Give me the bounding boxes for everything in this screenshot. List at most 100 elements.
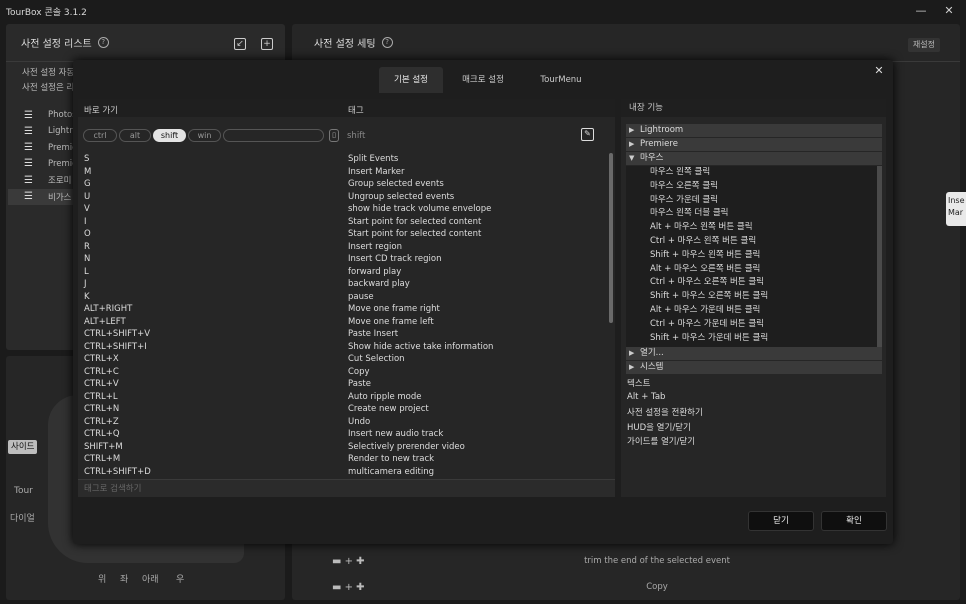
builtin-function-item[interactable]: Alt + Tab bbox=[627, 392, 665, 402]
minimize-icon[interactable]: — bbox=[914, 4, 928, 18]
shortcut-row[interactable]: CTRL+Z Undo bbox=[78, 416, 608, 429]
setting-row-text: trim the end of the selected event bbox=[584, 556, 730, 566]
shortcut-row[interactable]: CTRL+C Copy bbox=[78, 366, 608, 379]
shortcut-row[interactable]: CTRL+Q Insert new audio track bbox=[78, 428, 608, 441]
shortcut-row[interactable]: CTRL+L Auto ripple mode bbox=[78, 391, 608, 404]
key-input[interactable] bbox=[223, 129, 324, 142]
shortcut-row[interactable]: ALT+RIGHT Move one frame right bbox=[78, 303, 608, 316]
mouse-function-item[interactable]: Ctrl + 마우스 오른쪽 버튼 클릭 bbox=[626, 276, 877, 290]
shortcut-row[interactable]: CTRL+SHIFT+V Paste Insert bbox=[78, 328, 608, 341]
shortcut-row[interactable]: CTRL+SHIFT+D multicamera editing bbox=[78, 466, 608, 479]
mouse-function-item[interactable]: Shift + 마우스 오른쪽 버튼 클릭 bbox=[626, 290, 877, 304]
builtin-function-item[interactable]: 텍스트 bbox=[627, 377, 650, 389]
close-icon[interactable]: ✕ bbox=[873, 65, 885, 77]
modifier-alt[interactable]: alt bbox=[119, 129, 151, 142]
mouse-function-item[interactable]: Alt + 마우스 왼쪽 버튼 클릭 bbox=[626, 221, 877, 235]
mouse-icon[interactable]: ▯ bbox=[329, 129, 339, 142]
shortcut-tag: Insert new audio track bbox=[348, 429, 444, 439]
drag-handle-icon[interactable]: ☰ bbox=[24, 158, 33, 169]
category-open[interactable]: ▶ 열기... bbox=[626, 347, 882, 360]
shortcut-row[interactable]: Lforward play bbox=[78, 266, 608, 279]
shortcut-row[interactable]: S Split Events bbox=[78, 153, 608, 166]
drag-handle-icon[interactable]: ☰ bbox=[24, 126, 33, 137]
category-mouse[interactable]: ▼ 마우스 bbox=[626, 152, 882, 165]
tag-column-header: 태그 bbox=[348, 106, 364, 116]
shortcut-key: M bbox=[84, 166, 92, 177]
expand-triangle-icon: ▶ bbox=[629, 363, 635, 371]
shortcut-tag: Move one frame right bbox=[348, 304, 440, 314]
shortcut-key: O bbox=[84, 229, 91, 239]
tab-basic-settings[interactable]: 기본 설정 bbox=[379, 67, 443, 93]
shortcut-tag: Auto ripple mode bbox=[348, 391, 422, 402]
side-button-label[interactable]: 사이드 bbox=[8, 440, 38, 454]
button-combo-icon: ▬ + ✚ bbox=[332, 555, 365, 567]
tab-tourmenu[interactable]: TourMenu bbox=[523, 67, 599, 93]
reset-button[interactable]: 재설정 bbox=[907, 38, 940, 52]
shortcut-row[interactable]: CTRL+X Cut Selection bbox=[78, 353, 608, 366]
shortcut-key: CTRL+N bbox=[84, 404, 120, 414]
help-icon[interactable]: ? bbox=[381, 37, 393, 48]
shortcut-row[interactable]: O Start point for selected content bbox=[78, 228, 608, 241]
add-icon[interactable]: + bbox=[261, 38, 273, 50]
shortcut-row[interactable]: R Insert region bbox=[78, 241, 608, 254]
mouse-function-item[interactable]: Shift + 마우스 가운데 버튼 클릭 bbox=[626, 332, 877, 346]
mouse-function-item[interactable]: Alt + 마우스 오른쪽 버튼 클릭 bbox=[626, 263, 877, 277]
dial-label: 다이얼 bbox=[10, 514, 35, 524]
shortcut-row[interactable]: U Ungroup selected events bbox=[78, 191, 608, 204]
category-premiere[interactable]: ▶ Premiere bbox=[626, 138, 882, 151]
shortcut-key: U bbox=[84, 191, 91, 202]
drag-handle-icon[interactable]: ☰ bbox=[24, 142, 33, 153]
setting-row[interactable]: ▬ + ✚ Copy bbox=[332, 575, 932, 599]
scrollbar[interactable] bbox=[609, 153, 613, 323]
close-button[interactable]: 닫기 bbox=[748, 511, 814, 531]
category-label: 마우스 bbox=[640, 153, 664, 163]
category-lightroom[interactable]: ▶ Lightroom bbox=[626, 124, 882, 137]
shortcut-row[interactable]: SHIFT+M Selectively prerender video bbox=[78, 441, 608, 454]
help-icon[interactable]: ? bbox=[97, 37, 109, 48]
mouse-function-item[interactable]: 마우스 오른쪽 클릭 bbox=[626, 180, 877, 194]
scrollbar[interactable] bbox=[877, 166, 882, 347]
mouse-function-item[interactable]: 마우스 왼쪽 클릭 bbox=[626, 166, 877, 180]
import-icon[interactable]: ↙ bbox=[234, 38, 246, 50]
shortcut-row[interactable]: Kpause bbox=[78, 291, 608, 304]
shortcut-key: CTRL+V bbox=[84, 379, 119, 389]
shortcut-row[interactable]: CTRL+M Render to new track bbox=[78, 453, 608, 466]
mouse-function-item[interactable]: Ctrl + 마우스 가운데 버튼 클릭 bbox=[626, 318, 877, 332]
shortcut-row[interactable]: N Insert CD track region bbox=[78, 253, 608, 266]
setting-row[interactable]: ▬ + ✚ trim the end of the selected event bbox=[332, 549, 932, 573]
shortcut-row[interactable]: M Insert Marker bbox=[78, 166, 608, 179]
shortcut-tag: Paste bbox=[348, 379, 371, 389]
shortcut-row[interactable]: G Group selected events bbox=[78, 178, 608, 191]
shortcut-row[interactable]: CTRL+SHIFT+I Show hide active take inform… bbox=[78, 341, 608, 354]
shortcut-row[interactable]: CTRL+N Create new project bbox=[78, 403, 608, 416]
tab-macro-settings[interactable]: 매크로 설정 bbox=[445, 67, 521, 93]
mouse-function-item[interactable]: Shift + 마우스 왼쪽 버튼 클릭 bbox=[626, 249, 877, 263]
builtin-function-item[interactable]: 가이드를 열기/닫기 bbox=[627, 435, 695, 447]
builtin-function-item[interactable]: HUD을 열기/닫기 bbox=[627, 421, 691, 433]
close-icon[interactable]: ✕ bbox=[942, 4, 956, 18]
mouse-function-item[interactable]: Alt + 마우스 가운데 버튼 클릭 bbox=[626, 304, 877, 318]
tag-search-input[interactable]: 태그로 검색하기 bbox=[78, 479, 615, 497]
shortcut-row[interactable]: I Start point for selected content bbox=[78, 216, 608, 229]
drag-handle-icon[interactable]: ☰ bbox=[24, 175, 33, 186]
category-system[interactable]: ▶ 시스템 bbox=[626, 361, 882, 374]
drag-handle-icon[interactable]: ☰ bbox=[24, 110, 33, 121]
confirm-button[interactable]: 확인 bbox=[821, 511, 887, 531]
shortcut-tag: Group selected events bbox=[348, 179, 444, 189]
shortcut-row[interactable]: Vshow hide track volume envelope bbox=[78, 203, 608, 216]
modifier-ctrl[interactable]: ctrl bbox=[83, 129, 117, 142]
shortcut-row[interactable]: Jbackward play bbox=[78, 278, 608, 291]
shortcut-key: K bbox=[84, 291, 90, 302]
mouse-function-item[interactable]: 마우스 왼쪽 더블 클릭 bbox=[626, 207, 877, 221]
mouse-function-item[interactable]: Ctrl + 마우스 왼쪽 버튼 클릭 bbox=[626, 235, 877, 249]
edit-icon[interactable]: ✎ bbox=[581, 128, 594, 141]
expand-triangle-icon: ▶ bbox=[629, 140, 635, 148]
mouse-function-item[interactable]: 마우스 가운데 클릭 bbox=[626, 194, 877, 208]
modifier-shift[interactable]: shift bbox=[153, 129, 186, 142]
shortcut-row[interactable]: CTRL+V Paste bbox=[78, 378, 608, 391]
modifier-win[interactable]: win bbox=[188, 129, 221, 142]
category-label: 열기... bbox=[640, 348, 664, 358]
drag-handle-icon[interactable]: ☰ bbox=[24, 191, 33, 202]
shortcut-row[interactable]: ALT+LEFT Move one frame left bbox=[78, 316, 608, 329]
builtin-function-item[interactable]: 사전 설정을 전환하기 bbox=[627, 406, 703, 418]
